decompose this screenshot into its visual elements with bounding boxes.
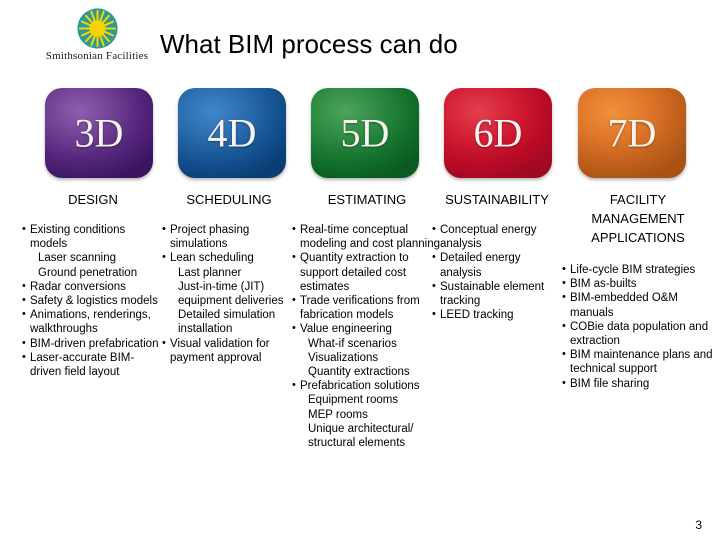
list-item: BIM as-builts xyxy=(562,276,714,291)
list-item: Laser-accurate BIM-driven field layout xyxy=(22,350,164,379)
column-facility-management-applications: FACILITY MANAGEMENT APPLICATIONS Life-cy… xyxy=(562,190,714,391)
sub-list-item: Quantity extractions xyxy=(308,366,410,379)
dimension-badge-label: 7D xyxy=(607,110,657,156)
dimension-badge-4d: 4D xyxy=(178,88,286,178)
column-sustainability: SUSTAINABILITY Conceptual energy analysi… xyxy=(432,190,562,322)
list-item: Detailed energy analysis xyxy=(432,250,562,279)
dimension-badge-7d: 7D xyxy=(578,88,686,178)
list-item: Quantity extraction to support detailed … xyxy=(292,250,442,294)
dimension-badge-label: 6D xyxy=(473,110,523,156)
column-header: ESTIMATING xyxy=(327,192,407,207)
column-header: SCHEDULING xyxy=(186,192,272,207)
dimension-badge-label: 4D xyxy=(207,110,257,156)
dimension-badge-6d: 6D xyxy=(444,88,552,178)
list-item: Trade verifications from fabrication mod… xyxy=(292,293,442,322)
column-items: Life-cycle BIM strategiesBIM as-builtsBI… xyxy=(562,262,714,391)
sub-list-item: Equipment rooms xyxy=(308,394,399,407)
sub-list-item: MEP rooms xyxy=(308,408,368,421)
sub-list-item: Ground penetration xyxy=(38,266,138,279)
smithsonian-facilities-logo: Smithsonian Facilities xyxy=(38,8,156,68)
logo-caption: Smithsonian Facilities xyxy=(45,50,149,62)
sub-list-item: What-if scenarios xyxy=(308,337,397,350)
column-estimating: ESTIMATING Real-time conceptual modeling… xyxy=(292,190,442,450)
column-items: Existing conditions modelsLaser scanning… xyxy=(22,222,164,379)
list-item: Radar conversions xyxy=(22,279,164,294)
list-item: BIM-driven prefabrication xyxy=(22,336,164,351)
sub-list-item: Laser scanning xyxy=(38,252,116,265)
column-header: FACILITY MANAGEMENT APPLICATIONS xyxy=(591,192,685,245)
dimension-badge-label: 3D xyxy=(74,110,124,156)
list-item: Prefabrication solutions xyxy=(292,378,442,393)
page-title: What BIM process can do xyxy=(160,29,458,59)
sub-list-item: Just-in-time (JIT) equipment deliveries xyxy=(178,280,284,308)
list-item: Life-cycle BIM strategies xyxy=(562,262,714,277)
list-item: BIM file sharing xyxy=(562,376,714,391)
list-item: Value engineering xyxy=(292,321,442,336)
list-item: Animations, renderings, walkthroughs xyxy=(22,307,164,336)
column-header: DESIGN xyxy=(68,192,118,207)
column-items: Project phasing simulationsLean scheduli… xyxy=(162,222,296,365)
dimension-badge-3d: 3D xyxy=(45,88,153,178)
list-item: Safety & logistics models xyxy=(22,293,164,308)
list-item: Sustainable element tracking xyxy=(432,279,562,308)
sub-list-item: Unique architectural/ structural element… xyxy=(308,422,414,450)
list-item: Visual validation for payment approval xyxy=(162,336,296,365)
list-item: Conceptual energy analysis xyxy=(432,222,562,251)
list-item: BIM maintenance plans and technical supp… xyxy=(562,347,714,376)
dimension-badge-5d: 5D xyxy=(311,88,419,178)
column-header: SUSTAINABILITY xyxy=(445,192,549,207)
column-items: Real-time conceptual modeling and cost p… xyxy=(292,222,442,450)
list-item: Real-time conceptual modeling and cost p… xyxy=(292,222,442,251)
column-items: Conceptual energy analysisDetailed energ… xyxy=(432,222,562,322)
column-design: DESIGN Existing conditions modelsLaser s… xyxy=(22,190,164,379)
list-item: Lean scheduling xyxy=(162,250,296,265)
sub-list-item: Detailed simulation installation xyxy=(178,309,276,336)
list-item: BIM-embedded O&M manuals xyxy=(562,290,714,319)
list-item: LEED tracking xyxy=(432,307,562,322)
sub-list-item: Visualizations xyxy=(308,351,379,364)
list-item: Existing conditions models xyxy=(22,222,164,251)
sub-list-item: Last planner xyxy=(178,266,242,279)
list-item: COBie data population and extraction xyxy=(562,319,714,348)
column-scheduling: SCHEDULING Project phasing simulationsLe… xyxy=(162,190,296,365)
list-item: Project phasing simulations xyxy=(162,222,296,251)
sun-icon xyxy=(77,8,118,49)
slide-number: 3 xyxy=(695,518,702,532)
dimension-badge-label: 5D xyxy=(340,110,390,156)
